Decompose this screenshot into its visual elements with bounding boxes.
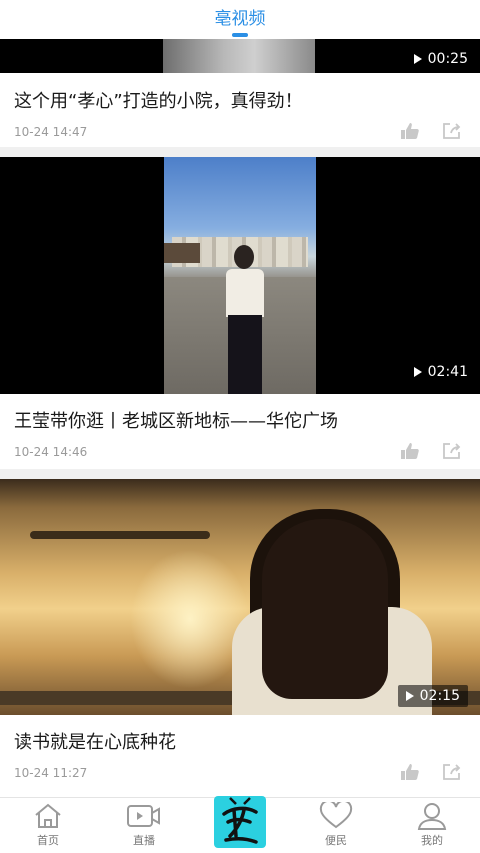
- card-separator: [0, 469, 480, 479]
- top-header: 亳视频: [0, 0, 480, 39]
- publish-time: 10-24 11:27: [14, 766, 88, 780]
- video-card[interactable]: 02:41 王莹带你逛丨老城区新地标——华佗广场 10-24 14:46: [0, 157, 480, 469]
- like-icon[interactable]: [400, 122, 420, 140]
- thumbnail-image: [163, 39, 315, 73]
- share-icon[interactable]: [442, 442, 462, 460]
- video-thumbnail[interactable]: 02:15: [0, 479, 480, 715]
- share-icon[interactable]: [442, 122, 462, 140]
- app-logo-button[interactable]: [214, 796, 266, 848]
- duration-badge: 00:25: [413, 51, 468, 67]
- woman-hair-front: [262, 519, 388, 699]
- video-title[interactable]: 王莹带你逛丨老城区新地标——华佗广场: [14, 407, 338, 433]
- play-icon: [405, 691, 414, 701]
- tab-profile[interactable]: 我的: [384, 802, 480, 848]
- video-card[interactable]: 02:15 读书就是在心底种花 10-24 11:27: [0, 479, 480, 797]
- video-title[interactable]: 读书就是在心底种花: [14, 728, 176, 754]
- page-title[interactable]: 亳视频: [0, 4, 480, 29]
- person-skirt: [228, 315, 262, 394]
- app-logo: [222, 797, 258, 844]
- tab-live[interactable]: 直播: [96, 802, 192, 848]
- tab-label: 直播: [133, 834, 155, 847]
- duration-badge: 02:41: [413, 364, 468, 380]
- play-icon: [413, 367, 422, 377]
- duration-text: 00:25: [427, 51, 468, 67]
- tab-home[interactable]: 首页: [0, 802, 96, 848]
- publish-time: 10-24 14:47: [14, 125, 88, 139]
- duration-text: 02:15: [419, 688, 460, 704]
- video-card[interactable]: 00:25 这个用“孝心”打造的小院，真得劲！ 10-24 14:47: [0, 39, 480, 156]
- thumbnail-image: [164, 157, 316, 394]
- heart-icon: [319, 802, 353, 829]
- pavilion: [164, 243, 200, 263]
- duration-badge: 02:15: [397, 685, 468, 707]
- like-icon[interactable]: [400, 442, 420, 460]
- play-icon: [413, 54, 422, 64]
- island-silhouette: [30, 531, 210, 539]
- tab-label: 便民: [325, 834, 347, 847]
- video-title[interactable]: 这个用“孝心”打造的小院，真得劲！: [14, 87, 303, 113]
- live-video-icon: [127, 805, 160, 827]
- publish-time: 10-24 14:46: [14, 445, 88, 459]
- tab-services[interactable]: 便民: [288, 802, 384, 848]
- bottom-tab-bar: 首页 直播 便民 我的: [0, 796, 480, 853]
- person-body: [226, 269, 264, 317]
- video-thumbnail[interactable]: 00:25: [0, 39, 480, 73]
- active-tab-indicator: [232, 33, 248, 37]
- like-icon[interactable]: [400, 763, 420, 781]
- tab-label: 我的: [421, 834, 443, 847]
- video-thumbnail[interactable]: 02:41: [0, 157, 480, 394]
- person-head: [234, 245, 254, 269]
- home-icon: [35, 803, 61, 828]
- user-icon: [417, 803, 447, 830]
- tab-label: 首页: [37, 834, 59, 847]
- share-icon[interactable]: [442, 763, 462, 781]
- duration-text: 02:41: [427, 364, 468, 380]
- card-separator: [0, 147, 480, 157]
